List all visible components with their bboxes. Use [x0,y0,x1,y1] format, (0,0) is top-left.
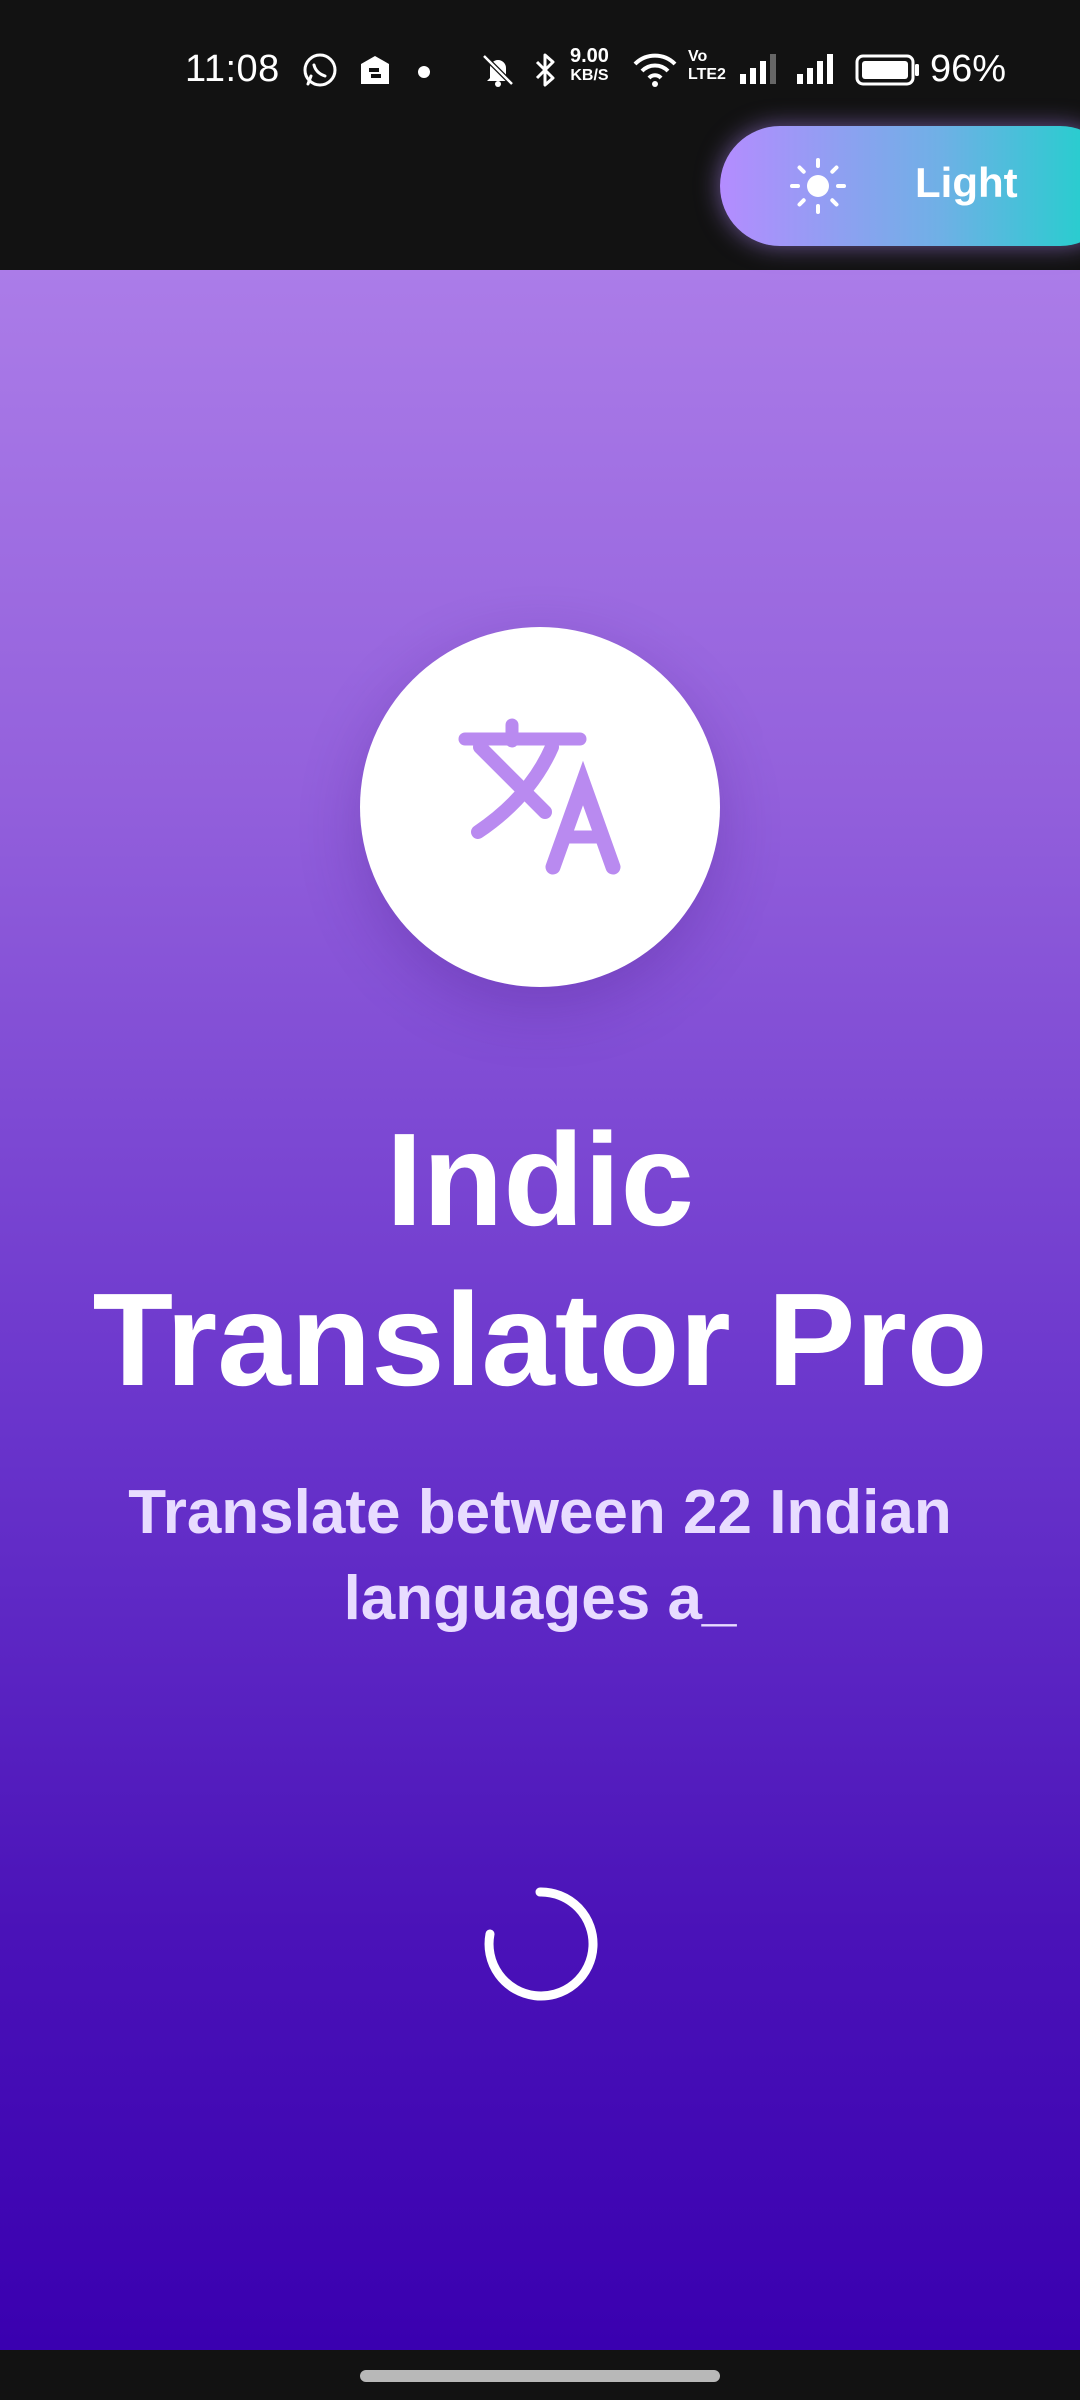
dot-icon [418,66,430,78]
signal-icon [797,54,833,84]
app-subtitle-line1: Translate between 22 Indian [128,1478,952,1547]
volte-top: Vo [688,48,708,65]
sun-icon [790,158,846,214]
home-gesture-handle[interactable] [360,2370,720,2382]
splash-screen: Indic Translator Pro Translate between 2… [0,270,1080,2350]
signal-icon [740,54,776,84]
app-title: Indic Translator Pro [40,1100,1040,1420]
translate-icon [458,718,621,875]
volte-bottom: LTE2 [688,66,726,83]
volte-indicator: Vo LTE2 [688,48,726,84]
status-row: 11:08 9.00 KB/S Vo LTE2 96% [0,40,1080,100]
wifi-icon [633,53,677,87]
speed-unit: KB/S [570,67,609,84]
loading-spinner [484,1887,598,2001]
app-subtitle-line2: languages a_ [343,1564,737,1633]
theme-toggle-button[interactable]: Light [720,126,1080,246]
navigation-bar [0,2350,1080,2400]
speed-value: 9.00 [570,45,609,67]
app-logo [360,627,720,987]
battery-percent: 96% [930,48,1007,90]
status-time: 11:08 [185,48,280,90]
network-speed: 9.00 KB/S [570,46,609,86]
mute-bell-icon [482,54,514,87]
app-title-line1: Indic [385,1106,695,1253]
app-notification-icon [361,56,389,84]
app-subtitle: Translate between 22 Indian languages a_ [60,1470,1020,1642]
bluetooth-icon [535,53,555,87]
battery-icon [855,54,919,86]
app-title-line2: Translator Pro [92,1266,988,1413]
theme-toggle-label: Light [915,159,1018,206]
whatsapp-icon [303,53,337,87]
